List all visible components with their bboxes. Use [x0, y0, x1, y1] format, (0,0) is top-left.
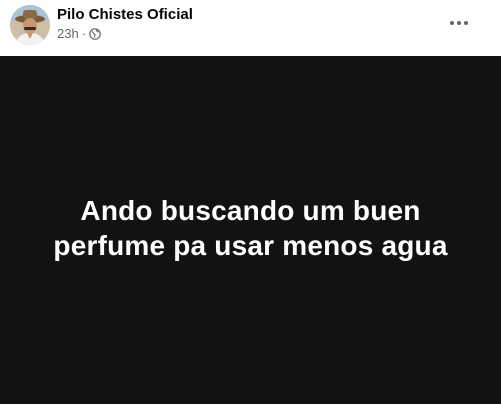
post-text-line-2: perfume pa usar menos agua — [53, 230, 448, 261]
post-footer — [0, 404, 501, 414]
globe-icon — [89, 28, 101, 40]
post-timestamp[interactable]: 23h — [57, 25, 79, 43]
more-options-button[interactable] — [444, 8, 474, 38]
post-text: Ando buscando um buen perfume pa usar me… — [21, 193, 481, 263]
meta-separator: · — [81, 26, 87, 41]
facebook-post: Pilo Chistes Oficial 23h · Ando buscando… — [0, 0, 501, 414]
post-text-line-1: Ando buscando um buen — [80, 195, 421, 226]
avatar-image — [10, 5, 50, 45]
post-text-background[interactable]: Ando buscando um buen perfume pa usar me… — [0, 56, 501, 404]
post-meta: 23h · — [57, 25, 101, 43]
post-header: Pilo Chistes Oficial 23h · — [0, 0, 501, 56]
page-name-link[interactable]: Pilo Chistes Oficial — [57, 5, 193, 24]
more-horizontal-icon — [450, 21, 468, 25]
page-avatar[interactable] — [10, 5, 50, 45]
